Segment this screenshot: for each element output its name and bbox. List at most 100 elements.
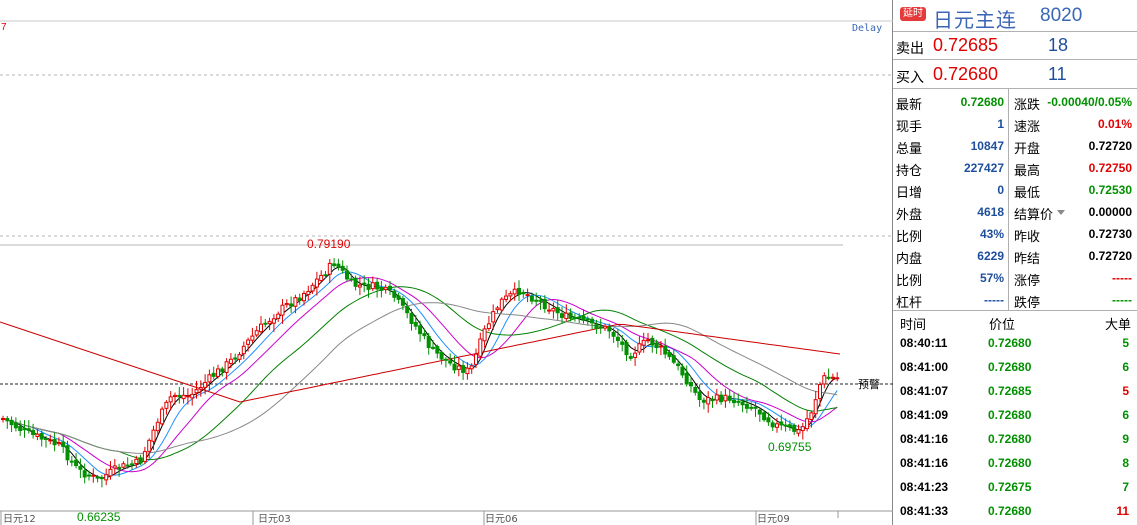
candle-body[interactable] (198, 387, 203, 390)
candle-body[interactable] (293, 297, 298, 307)
candle-body[interactable] (787, 424, 792, 428)
candle-body[interactable] (796, 429, 801, 434)
candle-body[interactable] (603, 325, 607, 329)
instrument-name[interactable]: 日元主连 (933, 4, 1017, 33)
candle-body[interactable] (706, 397, 711, 405)
candle-body[interactable] (646, 339, 650, 342)
candle-body[interactable] (753, 406, 758, 409)
candle-body[interactable] (366, 283, 371, 290)
candle-body[interactable] (517, 287, 521, 295)
candle-body[interactable] (52, 439, 57, 446)
candle-body[interactable] (749, 406, 754, 409)
candle-body[interactable] (744, 403, 749, 409)
candle-body[interactable] (203, 381, 208, 388)
candle-body[interactable] (246, 339, 251, 345)
candle-body[interactable] (783, 424, 788, 427)
candle-body[interactable] (323, 274, 328, 277)
candle-body[interactable] (689, 381, 693, 387)
candle-body[interactable] (259, 323, 263, 333)
candle-body[interactable] (495, 307, 500, 311)
candle-body[interactable] (9, 419, 14, 426)
candle-body[interactable] (641, 339, 646, 346)
candle-body[interactable] (654, 342, 659, 349)
candle-body[interactable] (633, 352, 638, 358)
candle-body[interactable] (409, 312, 414, 324)
candle-body[interactable] (620, 341, 625, 345)
candle-body[interactable] (388, 285, 392, 290)
candle-body[interactable] (104, 474, 109, 481)
candle-body[interactable] (585, 318, 590, 321)
candle-body[interactable] (155, 421, 160, 432)
candle-body[interactable] (125, 464, 130, 467)
candle-body[interactable] (538, 299, 543, 302)
candle-body[interactable] (134, 458, 139, 465)
candle-body[interactable] (48, 439, 53, 442)
candle-body[interactable] (400, 298, 405, 306)
candle-body[interactable] (336, 263, 341, 267)
candle-body[interactable] (362, 282, 367, 285)
bid-row[interactable]: 买入 0.72680 11 (893, 61, 1137, 89)
candle-body[interactable] (491, 311, 496, 323)
candle-body[interactable] (822, 375, 827, 385)
candle-body[interactable] (590, 318, 595, 324)
candle-body[interactable] (813, 399, 818, 415)
candle-body[interactable] (534, 299, 539, 302)
candle-body[interactable] (732, 399, 736, 404)
candle-body[interactable] (443, 358, 448, 361)
candle-body[interactable] (766, 417, 771, 423)
candle-body[interactable] (435, 346, 440, 354)
candle-body[interactable] (22, 428, 27, 431)
kline-chart-area[interactable]: Delay 7 0.79190 0.66235 0.69755 预警 日元12 日元03 日元0… (0, 0, 893, 525)
candle-body[interactable] (284, 302, 289, 306)
candle-body[interactable] (697, 391, 702, 400)
candle-body[interactable] (216, 368, 220, 377)
candle-body[interactable] (375, 281, 380, 290)
candle-body[interactable] (478, 338, 483, 357)
candle-body[interactable] (547, 309, 552, 312)
candle-body[interactable] (405, 306, 410, 314)
candle-body[interactable] (426, 335, 431, 349)
candle-body[interactable] (779, 421, 784, 426)
candle-body[interactable] (800, 426, 805, 432)
candle-body[interactable] (130, 463, 134, 466)
candle-body[interactable] (280, 304, 285, 316)
candle-body[interactable] (349, 278, 354, 281)
candle-body[interactable] (757, 409, 762, 415)
candle-body[interactable] (499, 298, 504, 311)
candle-body[interactable] (723, 394, 728, 402)
candle-body[interactable] (577, 316, 582, 319)
candle-body[interactable] (31, 430, 36, 436)
candle-body[interactable] (44, 437, 48, 440)
candle-body[interactable] (314, 278, 319, 288)
candle-body[interactable] (762, 412, 767, 421)
candle-body[interactable] (775, 423, 779, 428)
candle-body[interactable] (637, 343, 642, 353)
candle-body[interactable] (486, 323, 491, 330)
candle-body[interactable] (663, 345, 668, 355)
candle-body[interactable] (190, 393, 195, 399)
candle-body[interactable] (121, 463, 126, 468)
candle-body[interactable] (327, 262, 332, 275)
candle-body[interactable] (792, 425, 797, 432)
candle-body[interactable] (392, 290, 397, 298)
candle-body[interactable] (383, 286, 388, 290)
candle-body[interactable] (99, 477, 104, 480)
candle-body[interactable] (310, 284, 315, 292)
candle-body[interactable] (241, 345, 246, 355)
candle-body[interactable] (1, 418, 5, 421)
candle-body[interactable] (306, 290, 311, 295)
candle-body[interactable] (727, 395, 732, 401)
candle-body[interactable] (512, 288, 517, 295)
candle-body[interactable] (611, 331, 616, 337)
candle-body[interactable] (439, 351, 444, 360)
candle-body[interactable] (142, 451, 147, 462)
candle-body[interactable] (69, 460, 74, 463)
candle-body[interactable] (521, 291, 526, 295)
candle-body[interactable] (379, 287, 384, 291)
candle-body[interactable] (95, 476, 100, 479)
candle-body[interactable] (82, 470, 87, 478)
candle-body[interactable] (564, 312, 569, 320)
candle-body[interactable] (693, 387, 698, 393)
candle-body[interactable] (710, 398, 715, 402)
candle-body[interactable] (701, 399, 706, 403)
